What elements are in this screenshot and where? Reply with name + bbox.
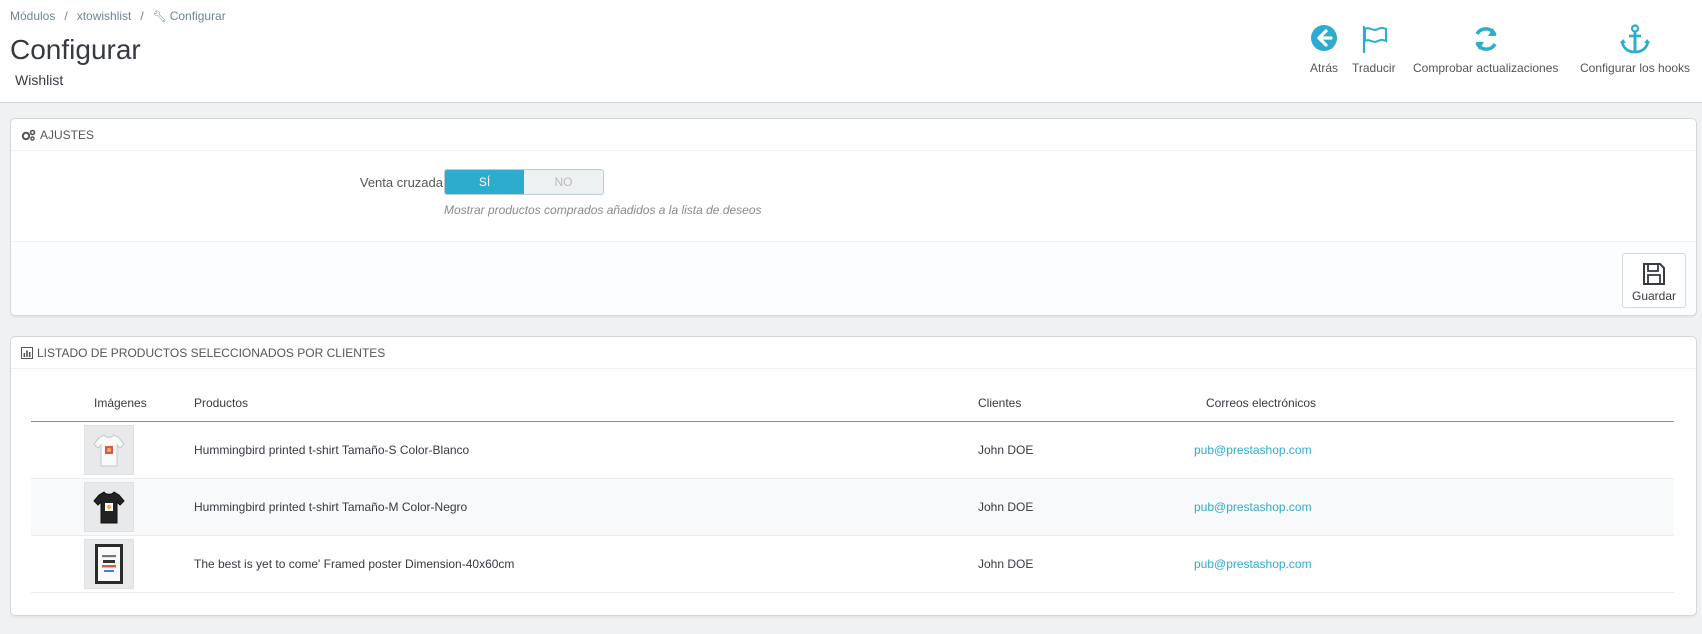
wrench-icon: 🔧︎ — [152, 11, 167, 23]
bar-chart-icon — [21, 346, 33, 359]
breadcrumb-separator: / — [140, 9, 144, 23]
page-subtitle: Wishlist — [15, 72, 64, 88]
check-updates-label: Comprobar actualizaciones — [1413, 61, 1559, 75]
list-panel-title: LISTADO DE PRODUCTOS SELECCIONADOS POR C… — [37, 345, 386, 360]
save-label: Guardar — [1631, 289, 1677, 303]
table-row: The best is yet to come' Framed poster D… — [31, 535, 1674, 593]
wishlist-table: Imágenes Productos Clientes Correos elec… — [31, 385, 1674, 593]
product-name-cell: Hummingbird printed t-shirt Tamaño-M Col… — [183, 478, 966, 536]
save-button[interactable]: Guardar — [1622, 253, 1686, 308]
email-link[interactable]: pub@prestashop.com — [1194, 557, 1312, 571]
column-header-emails: Correos electrónicos — [1194, 385, 1674, 422]
customer-cell: John DOE — [966, 535, 1194, 593]
product-name-cell: The best is yet to come' Framed poster D… — [183, 535, 966, 593]
translate-label: Traducir — [1352, 61, 1396, 75]
breadcrumb-module-name[interactable]: xtowishlist — [77, 9, 132, 23]
back-label: Atrás — [1310, 61, 1339, 75]
table-header-row: Imágenes Productos Clientes Correos elec… — [31, 385, 1674, 422]
white-tshirt-thumbnail — [84, 424, 134, 475]
switch-yes-option[interactable]: SÍ — [445, 170, 524, 194]
customer-cell: John DOE — [966, 421, 1194, 479]
arrow-left-circle-icon — [1310, 24, 1338, 56]
switch-no-option[interactable]: NO — [524, 170, 603, 194]
breadcrumb-modules[interactable]: Módulos — [10, 9, 55, 23]
settings-panel-footer: Guardar — [11, 241, 1696, 315]
cogs-icon — [21, 129, 36, 141]
customer-cell: John DOE — [966, 478, 1194, 536]
black-tshirt-thumbnail — [84, 481, 134, 532]
breadcrumb-separator: / — [64, 9, 68, 23]
refresh-icon — [1413, 24, 1558, 56]
product-name-cell: Hummingbird printed t-shirt Tamaño-S Col… — [183, 421, 966, 479]
configure-hooks-button[interactable]: Configurar los hooks — [1580, 24, 1690, 75]
save-icon — [1643, 263, 1665, 285]
page-title: Configurar — [10, 34, 141, 65]
column-header-images: Imágenes — [31, 385, 183, 422]
configure-hooks-label: Configurar los hooks — [1580, 61, 1691, 75]
back-button[interactable]: Atrás — [1310, 24, 1338, 75]
flag-icon — [1352, 24, 1396, 56]
settings-panel: AJUSTES Venta cruzada SÍ NO Mostrar prod… — [10, 118, 1697, 316]
breadcrumb: Módulos / xtowishlist / 🔧︎ Configurar — [10, 9, 226, 23]
email-link[interactable]: pub@prestashop.com — [1194, 443, 1312, 457]
cross-selling-label: Venta cruzada — [359, 175, 443, 190]
list-panel-heading: LISTADO DE PRODUCTOS SELECCIONADOS POR C… — [11, 337, 1696, 369]
column-header-customers: Clientes — [966, 385, 1194, 422]
settings-panel-heading: AJUSTES — [11, 119, 1696, 151]
page-header: Módulos / xtowishlist / 🔧︎ Configurar Configu… — [0, 0, 1702, 103]
wishlist-products-panel: LISTADO DE PRODUCTOS SELECCIONADOS POR C… — [10, 336, 1697, 616]
breadcrumb-current: Configurar — [169, 9, 226, 23]
email-link[interactable]: pub@prestashop.com — [1194, 500, 1312, 514]
settings-panel-title: AJUSTES — [40, 127, 95, 142]
column-header-products: Productos — [183, 385, 966, 422]
translate-button[interactable]: Traducir — [1352, 24, 1396, 75]
cross-selling-switch[interactable]: SÍ NO — [444, 169, 604, 195]
check-updates-button[interactable]: Comprobar actualizaciones — [1413, 24, 1558, 75]
help-text: Mostrar productos comprados añadidos a l… — [444, 203, 762, 217]
framed-poster-thumbnail — [84, 538, 134, 589]
table-row: Hummingbird printed t-shirt Tamaño-S Col… — [31, 421, 1674, 479]
table-row: Hummingbird printed t-shirt Tamaño-M Col… — [31, 478, 1674, 536]
anchor-icon — [1580, 24, 1690, 56]
